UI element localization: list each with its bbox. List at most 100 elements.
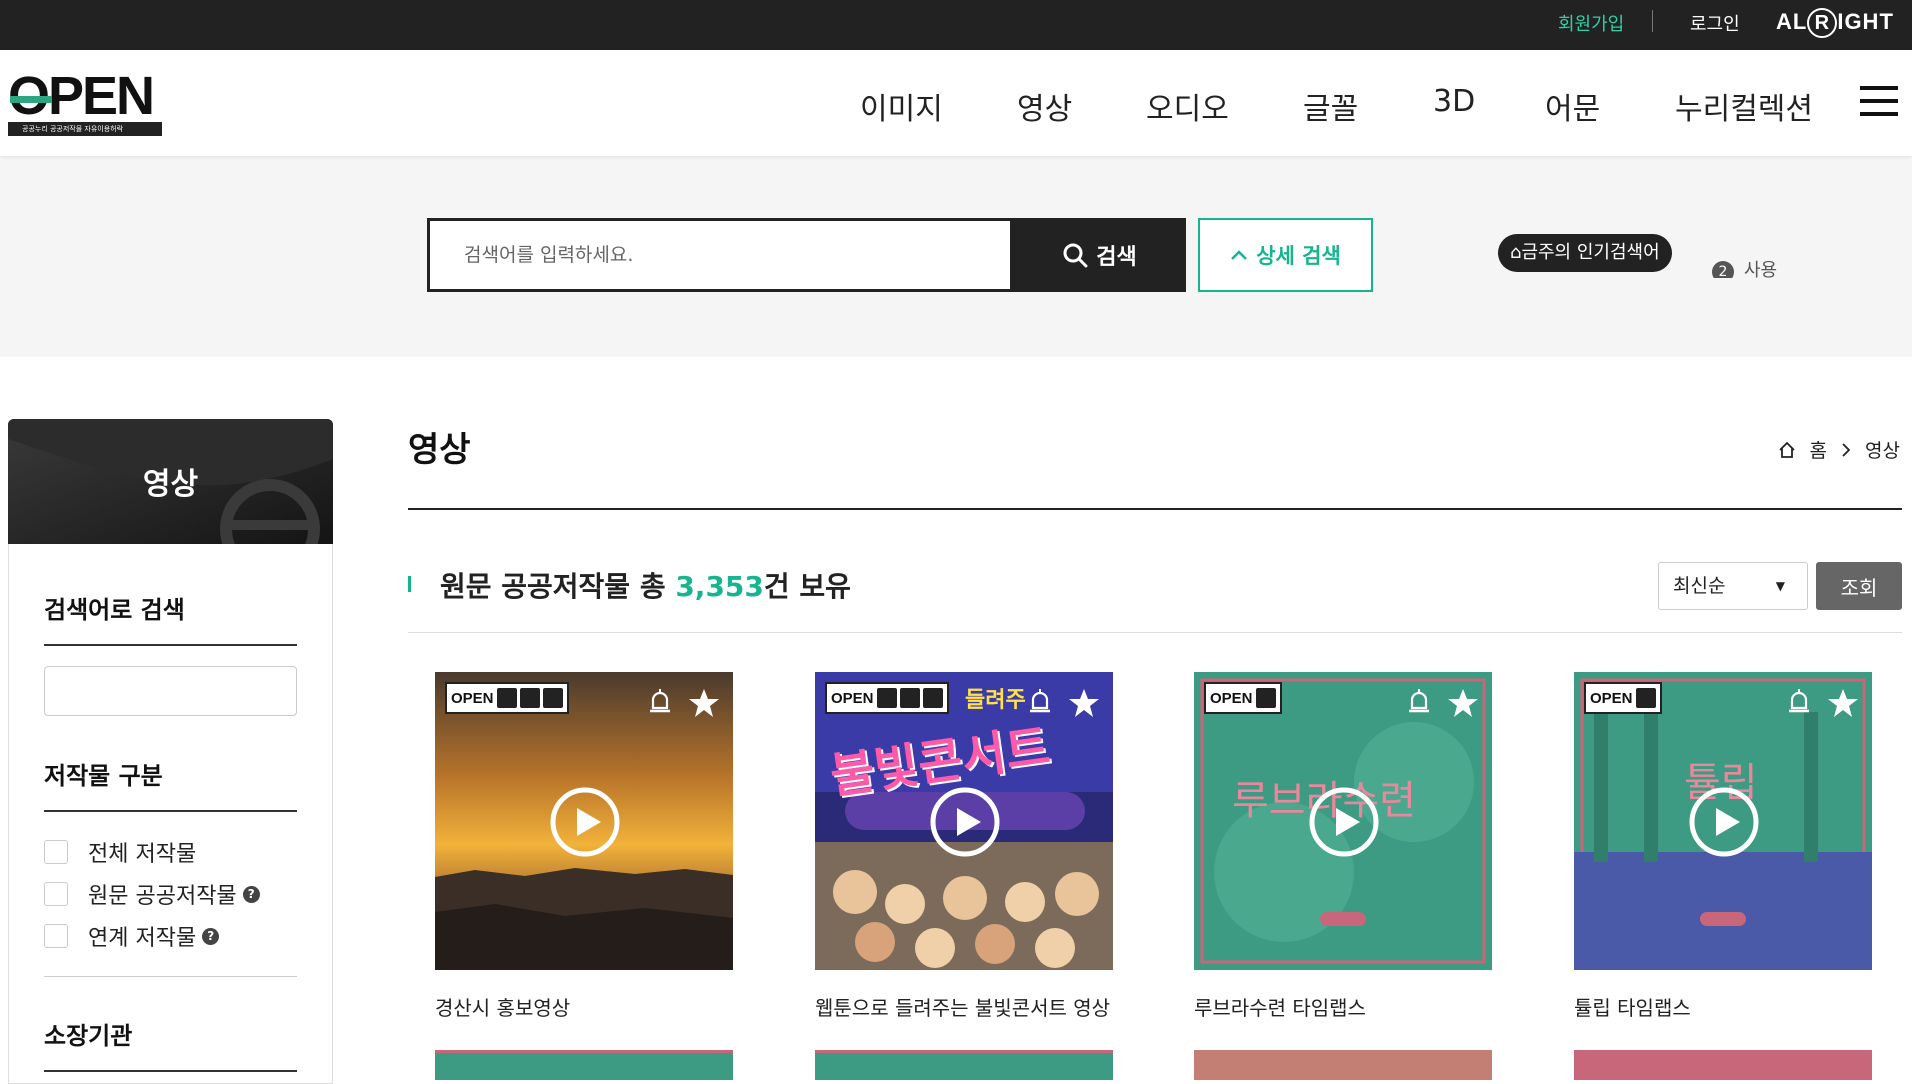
home-icon[interactable] [1778,441,1796,459]
category-all-label: 전체 저작물 [88,842,197,867]
card-title[interactable]: 경산시 홍보영상 [435,992,733,1021]
video-card[interactable]: 루브라수련 OPEN 루브라수련 타임랩스 [1194,672,1492,1021]
join-link[interactable]: 회원가입 [1558,10,1624,36]
brand-r-circle: R [1807,8,1838,38]
alright-brand-logo[interactable]: AL R IGHT [1776,8,1894,38]
popular-keywords-badge: ⌂금주의 인기검색어 [1498,234,1672,272]
category-rule [44,810,297,812]
logo-green-stroke [10,96,52,103]
sidebar-title: 영상 [142,467,199,502]
login-link[interactable]: 로그인 [1690,10,1740,36]
sort-value: 최신순 [1673,575,1726,597]
video-card[interactable]: 불빛콘서트 들려주 OPEN 웹툰으로 들려주는 불빛콘서트 영상 [815,672,1113,1021]
title-rule [408,508,1902,510]
open-license-badge: OPEN [1584,682,1662,714]
count-number: 3,353 [675,570,764,603]
star-icon[interactable] [1446,686,1480,720]
poster-subtitle: 들려주 [965,688,1026,713]
open-logo[interactable]: OPEN 공공누리 공공저작물 자유이용허락 [8,69,162,136]
menu-hamburger-icon[interactable] [1860,86,1898,120]
popular-keywords-label: 금주의 인기검색어 [1521,242,1660,263]
nav-item-audio[interactable]: 오디오 [1146,84,1229,128]
sidebar-keyword-input[interactable] [44,666,297,716]
video-card[interactable]: 튤립 OPEN 튤립 타임랩스 [1574,672,1872,1021]
logo-subtitle: 공공누리 공공저작물 자유이용허락 [8,122,162,136]
help-icon[interactable]: ? [242,885,260,903]
nav-item-video[interactable]: 영상 [1017,84,1072,128]
card-title[interactable]: 루브라수련 타임랩스 [1194,992,1492,1021]
advanced-search-label: 상세 검색 [1256,244,1341,268]
sidebar-header: 영상 [8,419,333,544]
category-original[interactable]: 원문 공공저작물? [44,878,260,910]
query-button[interactable]: 조회 [1816,562,1902,610]
nav-item-collection[interactable]: 누리컬렉션 [1675,84,1813,128]
sort-select[interactable]: 최신순 ▼ [1658,562,1808,610]
page-title: 영상 [408,430,471,470]
video-card[interactable]: OPEN 경산시 홍보영상 [435,672,733,1021]
alarm-icon[interactable] [1784,686,1814,716]
category-title: 저작물 구분 [44,762,163,790]
list-rule [408,632,1902,633]
alarm-icon[interactable] [645,686,675,716]
video-thumbnail[interactable]: 튤립 OPEN [1574,672,1872,970]
popular-rank-number: 2 [1712,261,1734,278]
nav-item-3d[interactable]: 3D [1433,84,1475,119]
checkbox[interactable] [44,840,68,864]
brand-suffix: IGHT [1837,9,1894,34]
video-thumbnail[interactable]: 루브라수련 OPEN [1194,672,1492,970]
brand-prefix: AL [1776,9,1808,34]
main-header: OPEN 공공누리 공공저작물 자유이용허락 이미지 영상 오디오 글꼴 3D … [0,50,1912,156]
count-suffix: 건 보유 [763,570,851,603]
search-button[interactable]: 검색 [1013,218,1186,292]
help-icon[interactable]: ? [202,927,220,945]
topbar-divider [1652,10,1653,32]
advanced-search-button[interactable]: 상세 검색 [1198,218,1373,292]
card-title[interactable]: 튤립 타임랩스 [1574,992,1872,1021]
home-mini-icon: ⌂ [1510,242,1522,263]
keyword-rule [44,644,297,646]
nav-item-image[interactable]: 이미지 [860,84,943,128]
alarm-icon[interactable] [1404,686,1434,716]
category-original-label: 원문 공공저작물 [88,884,237,909]
star-icon[interactable] [1826,686,1860,720]
search-input[interactable] [427,218,1013,292]
organization-rule [44,1070,297,1072]
count-marker [408,576,411,592]
chevron-up-icon [1231,250,1248,260]
video-thumbnail[interactable]: OPEN [435,672,733,970]
play-icon[interactable] [1308,786,1380,858]
play-icon[interactable] [549,786,621,858]
nav-item-text[interactable]: 어문 [1545,84,1600,128]
category-bottom-rule [44,976,297,977]
search-button-label: 검색 [1096,245,1137,270]
checkbox[interactable] [44,924,68,948]
video-thumbnail[interactable]: 불빛콘서트 들려주 OPEN [815,672,1113,970]
caret-down-icon: ▼ [1775,579,1785,593]
play-icon[interactable] [929,786,1001,858]
breadcrumb-current: 영상 [1865,440,1900,462]
open-license-badge: OPEN [1204,682,1282,714]
chevron-right-icon [1842,442,1851,457]
count-prefix: 원문 공공저작물 총 [440,570,676,603]
category-linked[interactable]: 연계 저작물? [44,920,220,952]
organization-title: 소장기관 [44,1022,133,1050]
checkbox[interactable] [44,882,68,906]
card-title[interactable]: 웹툰으로 들려주는 불빛콘서트 영상 [815,992,1113,1021]
open-license-badge: OPEN [825,682,949,714]
breadcrumb-home[interactable]: 홈 [1810,436,1827,463]
sidebar-filter-panel [8,544,333,1084]
breadcrumb: 홈 영상 [1778,436,1900,463]
star-icon[interactable] [1067,686,1101,720]
popular-keyword-text: 사용 [1744,260,1778,278]
category-all[interactable]: 전체 저작물 [44,836,196,868]
star-icon[interactable] [687,686,721,720]
search-band: 검색 상세 검색 ⌂금주의 인기검색어 2 사용 [0,156,1912,357]
category-linked-label: 연계 저작물 [88,926,197,951]
play-icon[interactable] [1688,786,1760,858]
nav-item-font[interactable]: 글꼴 [1303,84,1358,128]
popular-keyword-item[interactable]: 2 사용 [1712,256,1912,278]
result-count: 원문 공공저작물 총 3,353건 보유 [440,565,851,605]
search-icon [1063,243,1088,268]
alarm-icon[interactable] [1025,686,1055,716]
open-license-badge: OPEN [445,682,569,714]
